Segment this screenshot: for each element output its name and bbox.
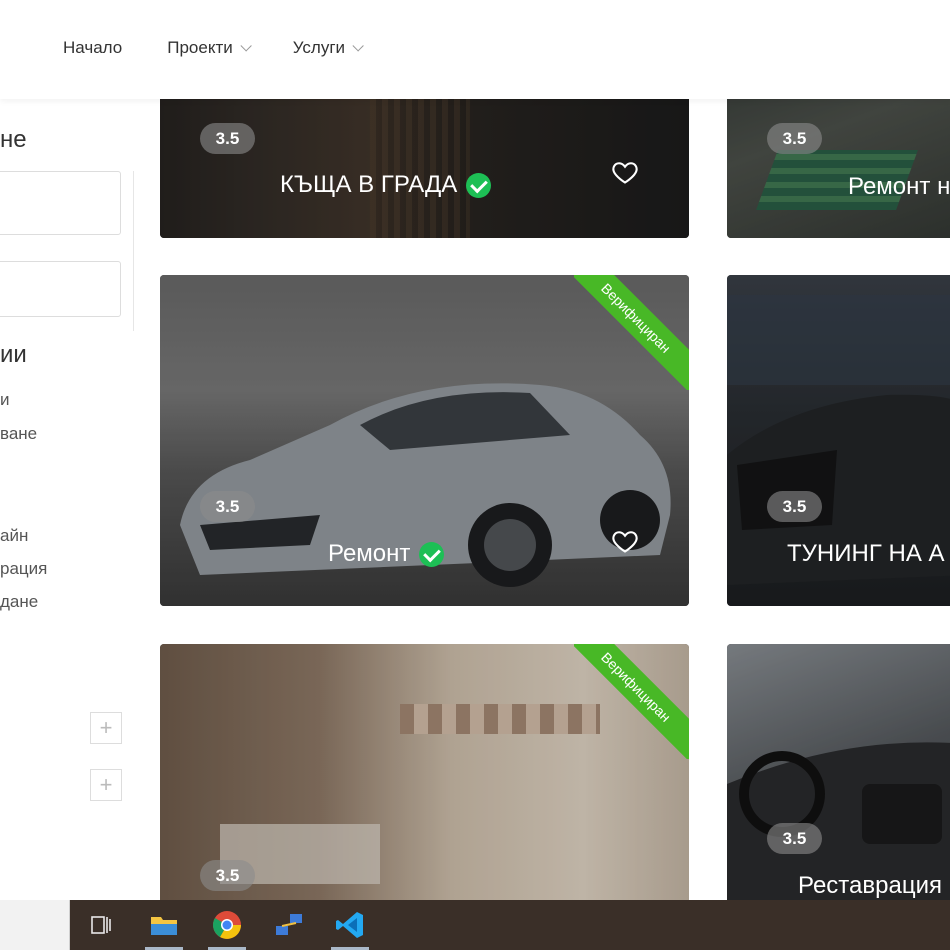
- card-title[interactable]: ТУНИНГ НА А: [787, 540, 945, 568]
- chevron-down-icon: [240, 40, 252, 52]
- file-explorer-icon[interactable]: [147, 908, 181, 942]
- heart-icon[interactable]: [611, 527, 639, 555]
- ribbon-wrap: Верифициран: [574, 644, 689, 759]
- card-title-text: Ремонт: [328, 540, 411, 567]
- sidebar-category-link[interactable]: ване: [0, 424, 37, 444]
- sidebar-search-input[interactable]: [0, 171, 121, 235]
- rating-badge: 3.5: [200, 860, 255, 891]
- card-title[interactable]: Реставрация: [798, 872, 942, 900]
- nav-item-projects[interactable]: Проекти: [167, 38, 252, 58]
- sidebar-category-link[interactable]: айн: [0, 526, 28, 546]
- rating-badge: 3.5: [767, 491, 822, 522]
- nav-projects-label: Проекти: [167, 38, 233, 57]
- ribbon-wrap: Верифициран: [574, 275, 689, 390]
- sidebar-divider: [133, 171, 134, 331]
- project-card[interactable]: 3.5 ТУНИНГ НА А: [727, 275, 950, 606]
- sidebar-heading-search: не: [0, 126, 27, 153]
- rating-badge: 3.5: [200, 491, 255, 522]
- sidebar-location-input[interactable]: [0, 261, 121, 317]
- windows-taskbar: [0, 900, 950, 950]
- card-title-text: Ремонт н: [848, 173, 950, 200]
- card-title-text: Реставрация: [798, 872, 942, 899]
- verified-ribbon: Верифициран: [574, 644, 689, 759]
- main-nav: Начало Проекти Услуги: [63, 38, 405, 58]
- rating-badge: 3.5: [767, 123, 822, 154]
- sidebar-category-link[interactable]: рация: [0, 559, 47, 579]
- card-title[interactable]: КЪЩА В ГРАДА: [280, 171, 492, 199]
- project-card[interactable]: Верифициран 3.5 Ремонт: [160, 275, 689, 606]
- sidebar-heading-categories: ии: [0, 341, 27, 368]
- heart-icon[interactable]: [611, 158, 639, 186]
- network-icon[interactable]: [272, 908, 306, 942]
- expand-plus-button[interactable]: +: [90, 769, 122, 801]
- verified-check-icon: [466, 172, 492, 198]
- verified-check-icon: [419, 541, 445, 567]
- card-title-text: ТУНИНГ НА А: [787, 540, 945, 567]
- card-title-text: КЪЩА В ГРАДА: [280, 171, 458, 198]
- task-view-icon[interactable]: [84, 908, 118, 942]
- vscode-icon[interactable]: [333, 908, 367, 942]
- page: Начало Проекти Услуги не ии и ване айн р…: [0, 0, 950, 950]
- nav-item-home[interactable]: Начало: [63, 38, 122, 58]
- rating-badge: 3.5: [200, 123, 255, 154]
- nav-home-label: Начало: [63, 38, 123, 57]
- expand-plus-button[interactable]: +: [90, 712, 122, 744]
- taskbar-search-box[interactable]: [0, 900, 70, 950]
- card-title[interactable]: Ремонт н: [848, 173, 950, 201]
- chrome-icon[interactable]: [210, 908, 244, 942]
- chevron-down-icon: [352, 40, 364, 52]
- sidebar-category-link[interactable]: и: [0, 390, 10, 410]
- nav-services-label: Услуги: [292, 38, 346, 57]
- sidebar-filters: не ии и ване айн рация дане + +: [0, 99, 150, 899]
- sidebar-category-link[interactable]: дане: [0, 592, 38, 612]
- nav-item-services[interactable]: Услуги: [292, 38, 364, 58]
- card-title[interactable]: Ремонт: [328, 540, 445, 568]
- verified-ribbon: Верифициран: [574, 275, 689, 390]
- rating-badge: 3.5: [767, 823, 822, 854]
- header: Начало Проекти Услуги: [0, 0, 950, 99]
